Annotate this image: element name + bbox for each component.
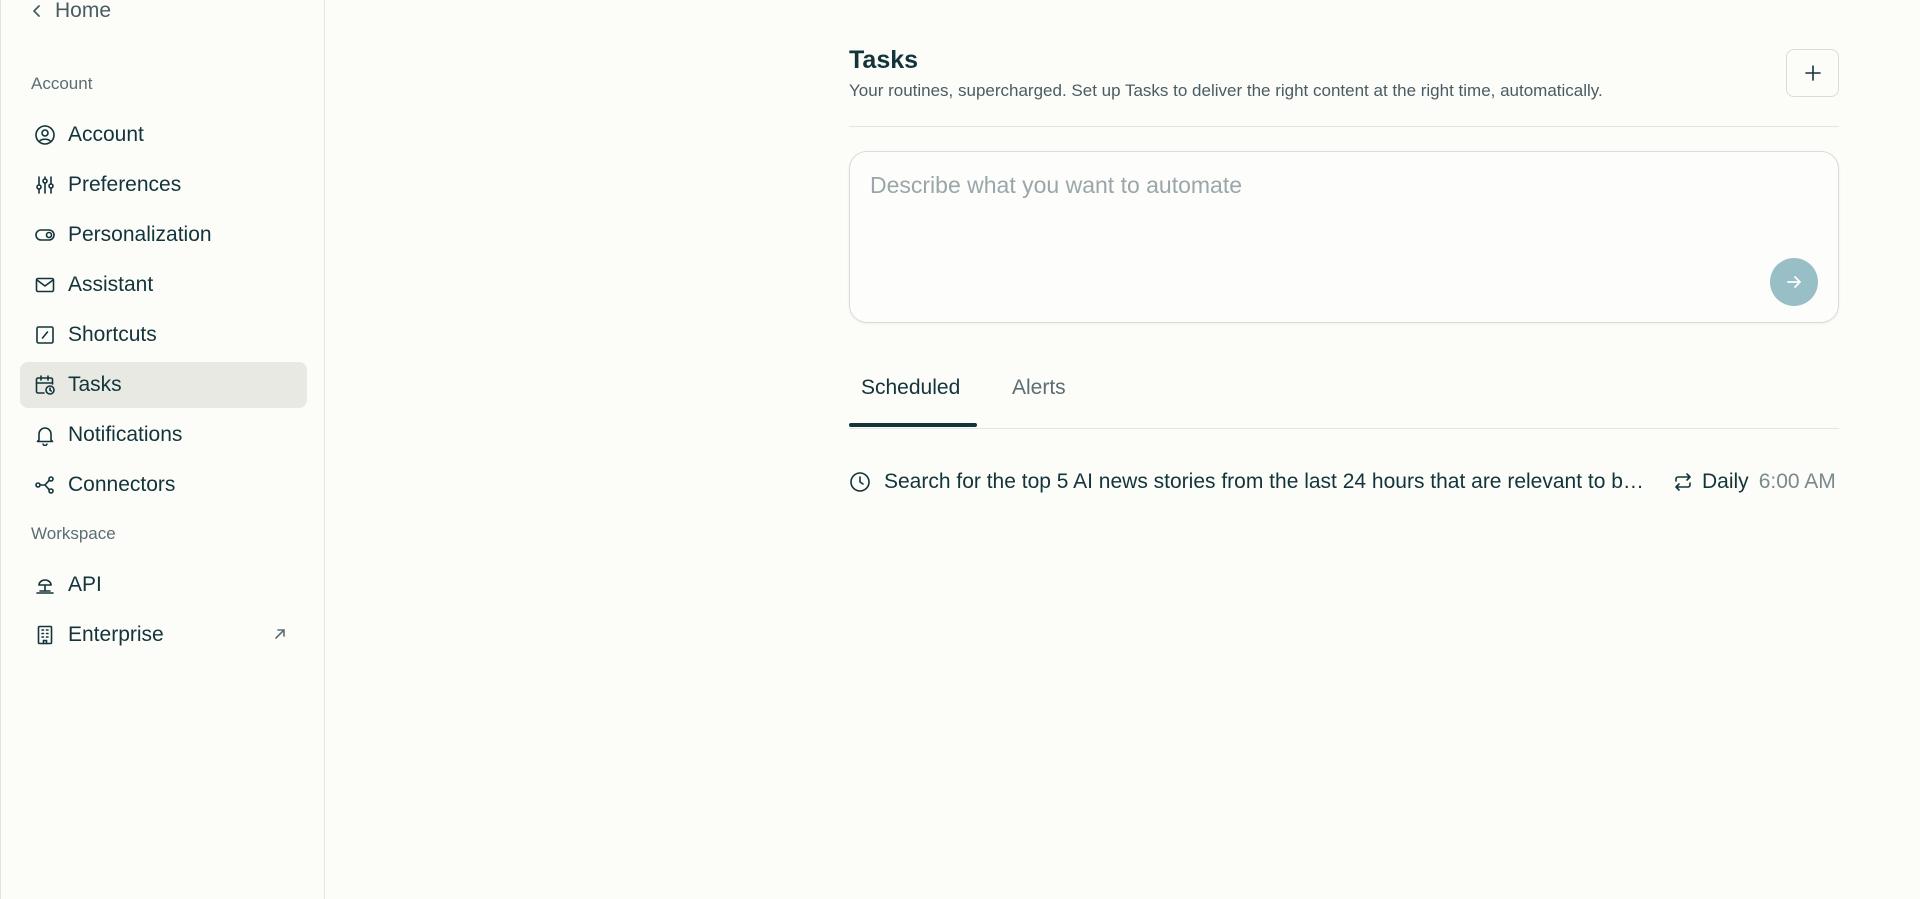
- sidebar-item-label: Account: [68, 123, 144, 146]
- api-icon: [34, 574, 56, 596]
- sidebar-item-label: API: [68, 573, 102, 596]
- tab-alerts[interactable]: Alerts: [1012, 376, 1066, 416]
- active-tab-indicator: [849, 423, 977, 427]
- sidebar-item-label: Preferences: [68, 173, 182, 196]
- sidebar-item-label: Tasks: [68, 373, 122, 396]
- task-description: Search for the top 5 AI news stories fro…: [884, 470, 1644, 493]
- clock-icon: [849, 471, 871, 493]
- back-home-label: Home: [55, 0, 112, 22]
- automation-description-input[interactable]: [870, 172, 1770, 262]
- sidebar-item-enterprise[interactable]: Enterprise: [20, 612, 307, 658]
- task-time: 6:00 AM: [1758, 470, 1836, 493]
- tabs-divider: [849, 428, 1839, 429]
- app-root: Home Account Account Preferences Persona…: [0, 0, 1920, 899]
- external-link-icon: [271, 625, 289, 643]
- submit-button[interactable]: [1770, 258, 1818, 306]
- page-title: Tasks: [849, 46, 919, 74]
- task-frequency: Daily: [1702, 470, 1749, 493]
- repeat-icon: [1672, 471, 1694, 493]
- section-label-account: Account: [31, 74, 93, 93]
- sidebar-item-preferences[interactable]: Preferences: [20, 162, 307, 208]
- sidebar-item-label: Enterprise: [68, 623, 164, 646]
- task-row[interactable]: Search for the top 5 AI news stories fro…: [849, 466, 1839, 498]
- sidebar-item-api[interactable]: API: [20, 562, 307, 608]
- bell-icon: [34, 424, 56, 446]
- sidebar-item-label: Assistant: [68, 273, 154, 296]
- sidebar-item-label: Personalization: [68, 223, 212, 246]
- section-label-workspace: Workspace: [31, 524, 116, 543]
- task-composer: [849, 151, 1839, 323]
- mail-icon: [34, 274, 56, 296]
- sidebar-item-notifications[interactable]: Notifications: [20, 412, 307, 458]
- task-tabs: Scheduled Alerts: [849, 362, 1839, 430]
- toggle-icon: [34, 224, 56, 246]
- user-circle-icon: [34, 124, 56, 146]
- sidebar-item-label: Shortcuts: [68, 323, 157, 346]
- sidebar-item-account[interactable]: Account: [20, 112, 307, 158]
- plus-icon: [1804, 65, 1821, 81]
- sidebar-item-connectors[interactable]: Connectors: [20, 462, 307, 508]
- arrow-right-icon: [1787, 276, 1801, 288]
- page-subtitle: Your routines, supercharged. Set up Task…: [849, 81, 1603, 100]
- back-home-link[interactable]: Home: [29, 0, 111, 24]
- sidebar-item-assistant[interactable]: Assistant: [20, 262, 307, 308]
- settings-sidebar: Home Account Account Preferences Persona…: [0, 0, 325, 899]
- calendar-clock-icon: [34, 374, 56, 396]
- sidebar-item-shortcuts[interactable]: Shortcuts: [20, 312, 307, 358]
- connectors-icon: [34, 474, 56, 496]
- sidebar-item-tasks[interactable]: Tasks: [20, 362, 307, 408]
- chevron-left-icon: [33, 5, 40, 17]
- add-task-button[interactable]: [1786, 49, 1839, 97]
- sidebar-item-personalization[interactable]: Personalization: [20, 212, 307, 258]
- shortcut-icon: [34, 324, 56, 346]
- header-divider: [849, 126, 1839, 127]
- building-icon: [34, 624, 56, 646]
- sliders-icon: [34, 174, 56, 196]
- sidebar-item-label: Connectors: [68, 473, 176, 496]
- tab-scheduled[interactable]: Scheduled: [861, 376, 960, 416]
- sidebar-item-label: Notifications: [68, 423, 183, 446]
